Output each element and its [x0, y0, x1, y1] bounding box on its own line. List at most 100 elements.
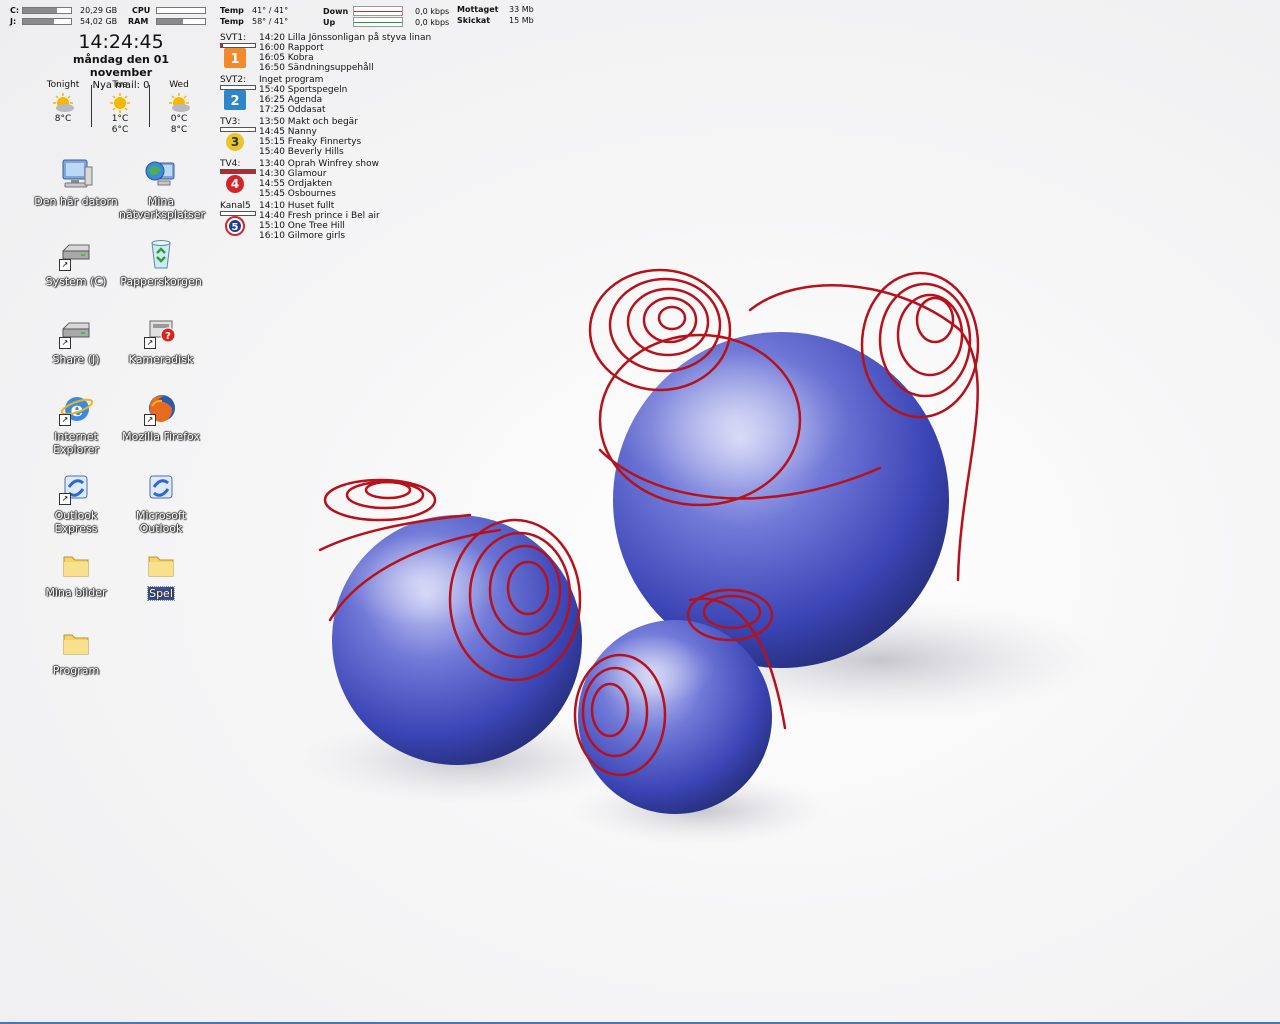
program-list: 14:20 Lilla Jönssonligan på styva linan …: [259, 33, 431, 73]
received-row: Mottaget 33 Mb: [457, 5, 534, 14]
drive-shortcut-icon: ↗: [59, 237, 93, 271]
program-item: Inget program: [259, 75, 324, 85]
folder-icon: [144, 548, 178, 582]
desktop-icon-outlook-express[interactable]: ↗ Outlook Express: [34, 471, 118, 535]
clock-date: måndag den 01 november: [72, 53, 170, 79]
weather-day-label: Tue: [112, 80, 128, 90]
desktop-icon-camera-disk[interactable]: ? ↗ Kameradisk: [119, 315, 203, 366]
folder-icon: [59, 548, 93, 582]
desktop-icon-label: Spel: [147, 586, 175, 601]
desktop-icon-internet-explorer[interactable]: e ↗ Internet Explorer: [34, 392, 118, 456]
desktop-icon-my-pictures[interactable]: Mina bilder: [34, 548, 118, 599]
weather-temp-low: 1°C: [111, 114, 129, 124]
desktop-icon-label: Program: [52, 664, 100, 677]
program-item: 15:40 Sportspegeln: [259, 85, 348, 95]
weather-day-label: Tonight: [46, 80, 80, 90]
clock-time: 14:24:45: [78, 31, 164, 53]
program-item: 16:00 Rapport: [259, 43, 324, 53]
desktop-icon-label: Share (J): [52, 353, 100, 366]
desktop-icon-system-c[interactable]: ↗ System (C): [34, 237, 118, 288]
program-item: 16:05 Kobra: [259, 53, 314, 63]
program-item: 14:10 Huset fullt: [259, 201, 335, 211]
shortcut-arrow-icon: ↗: [59, 259, 71, 271]
program-list: 14:10 Huset fullt 14:40 Fresh prince i B…: [259, 201, 380, 241]
desktop-icon-games[interactable]: Spel: [119, 548, 203, 601]
my-computer-icon: [59, 157, 93, 191]
desktop-icon-label: Kameradisk: [128, 353, 194, 366]
shortcut-arrow-icon: ↗: [59, 493, 71, 505]
desktop-icon-my-computer[interactable]: Den här datorn: [34, 157, 118, 208]
received-label: Mottaget: [457, 5, 499, 14]
outlook-icon: [144, 471, 178, 505]
desktop-icon-microsoft-outlook[interactable]: Microsoft Outlook: [119, 471, 203, 535]
cpu-usage-bar: [156, 7, 206, 14]
camera-disk-icon: ? ↗: [144, 315, 178, 349]
weather-day-tonight: Tonight 8°C: [38, 80, 88, 125]
drive-c-usage-bar: [22, 7, 72, 14]
temp-value-1: 41° / 41°: [252, 6, 289, 15]
temp-row-2: Temp 58° / 41°: [220, 17, 288, 26]
desktop-background[interactable]: C: 20,29 GB J: 54,02 GB CPU RAM Temp 41°…: [0, 0, 1280, 1024]
shortcut-arrow-icon: ↗: [59, 414, 71, 426]
recycle-bin-icon: [144, 237, 178, 271]
tv3-logo-icon: 3: [226, 133, 244, 151]
drive-c-row: C: 20,29 GB: [10, 6, 117, 15]
channel-name: Kanal5: [220, 201, 251, 211]
temp-value-2: 58° / 41°: [252, 17, 289, 26]
program-item: 14:45 Nanny: [259, 127, 317, 137]
weather-day-label: Wed: [169, 80, 189, 90]
desktop-icon-network-places[interactable]: Mina nätverksplatser: [119, 157, 205, 221]
received-value: 33 Mb: [509, 5, 534, 14]
partly-cloudy-icon: [50, 92, 76, 114]
network-down-graph: [353, 6, 403, 16]
ram-label: RAM: [128, 17, 149, 26]
desktop-icon-label: Mina bilder: [45, 586, 107, 599]
program-item: 14:55 Ordjakten: [259, 179, 333, 189]
network-places-icon: [144, 157, 178, 191]
program-item: 16:10 Gilmore girls: [259, 231, 346, 241]
program-item: 15:10 One Tree Hill: [259, 221, 345, 231]
program-item: 14:20 Lilla Jönssonligan på styva linan: [259, 33, 432, 43]
ram-usage-bar: [156, 18, 206, 25]
weather-divider: [149, 85, 150, 127]
program-item: 15:45 Osbournes: [259, 189, 336, 199]
network-down-row: Down 0,0 kbps: [323, 6, 449, 16]
weather-divider: [91, 85, 92, 127]
desktop-icon-label: Mozilla Firefox: [122, 430, 200, 443]
program-item: 13:50 Makt och begär: [259, 117, 358, 127]
desktop-icon-share-j[interactable]: ↗ Share (J): [34, 315, 118, 366]
drive-shortcut-icon: ↗: [59, 315, 93, 349]
network-down-label: Down: [323, 6, 349, 16]
svt1-logo-icon: 1: [224, 48, 246, 68]
svt2-logo-icon: 2: [224, 90, 246, 110]
drive-c-label: C:: [10, 6, 20, 15]
program-item: 16:25 Agenda: [259, 95, 323, 105]
drive-j-usage-bar: [22, 18, 72, 25]
desktop-icon-label: System (C): [45, 275, 107, 288]
sun-icon: [107, 92, 133, 114]
network-down-speed: 0,0 kbps: [415, 6, 450, 16]
shortcut-arrow-icon: ↗: [144, 414, 156, 426]
program-item: 16:50 Sändningsuppehåll: [259, 63, 374, 73]
folder-icon: [59, 626, 93, 660]
cpu-row: CPU: [132, 6, 206, 15]
program-item: 14:40 Fresh prince i Bel air: [259, 211, 380, 221]
network-up-label: Up: [323, 17, 336, 27]
channel-name: SVT2:: [220, 75, 247, 85]
drive-j-size: 54,02 GB: [80, 17, 118, 26]
svg-text:4: 4: [231, 177, 239, 191]
desktop-icon-program[interactable]: Program: [34, 626, 118, 677]
desktop-icon-recycle-bin[interactable]: Papperskorgen: [119, 237, 203, 288]
desktop-icon-label: Internet Explorer: [53, 430, 99, 456]
firefox-icon: ↗: [144, 392, 178, 426]
program-item: 14:30 Glamour: [259, 169, 327, 179]
drive-j-label: J:: [10, 17, 17, 26]
program-list: Inget program 15:40 Sportspegeln 16:25 A…: [259, 75, 347, 115]
partly-cloudy-icon: [166, 92, 192, 114]
shortcut-arrow-icon: ↗: [59, 337, 71, 349]
drive-c-size: 20,29 GB: [80, 6, 118, 15]
weather-day-tue: Tue 1°C 6°C: [95, 80, 145, 136]
desktop-icon-firefox[interactable]: ↗ Mozilla Firefox: [119, 392, 203, 443]
program-list: 13:40 Oprah Winfrey show 14:30 Glamour 1…: [259, 159, 379, 199]
ram-row: RAM: [128, 17, 206, 26]
